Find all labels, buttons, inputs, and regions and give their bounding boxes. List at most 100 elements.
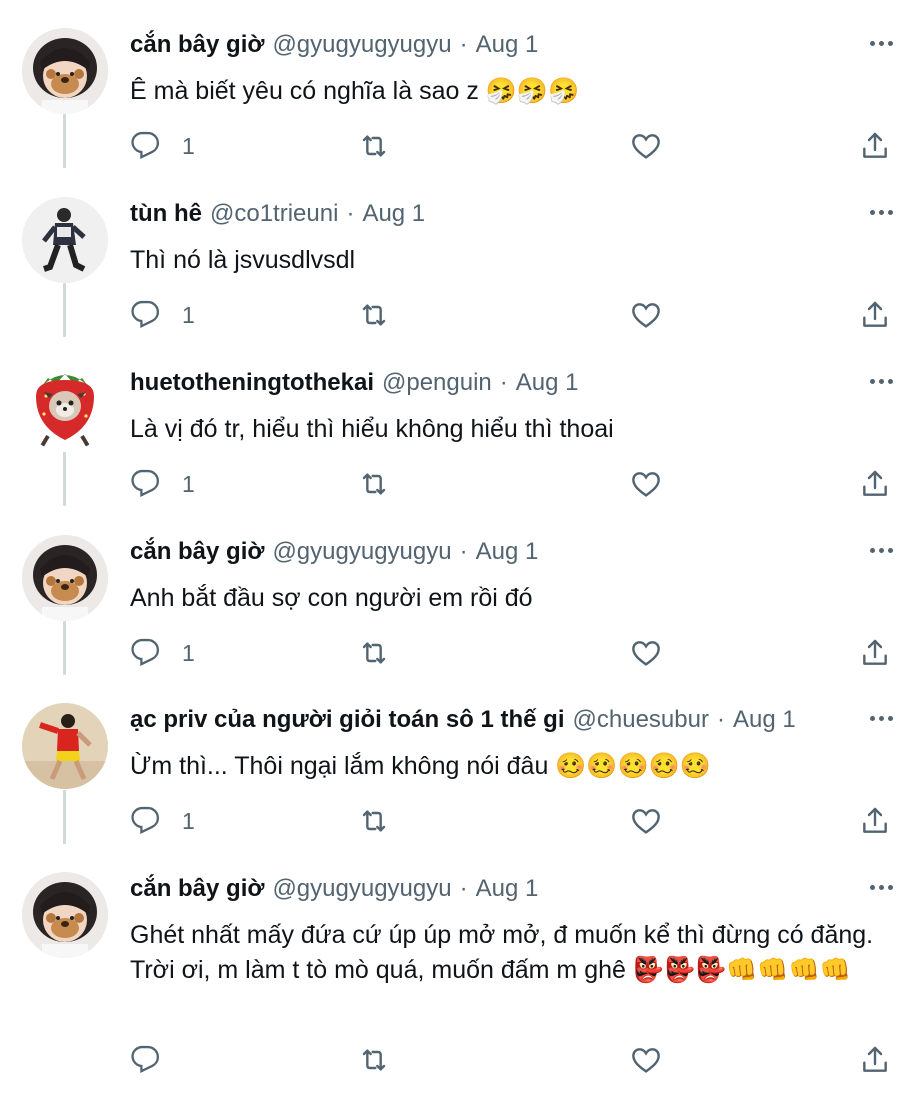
like-button[interactable]: [630, 464, 662, 504]
user-handle[interactable]: @penguin: [382, 368, 492, 398]
display-name[interactable]: cắn bây giờ: [130, 537, 264, 567]
avatar[interactable]: [22, 366, 108, 452]
more-dots-icon[interactable]: [864, 197, 898, 227]
tweet[interactable]: cắn bây giờ @gyugyugyugyu · Aug 1 Anh bắ…: [0, 535, 923, 695]
share-icon: [863, 470, 887, 496]
user-handle[interactable]: @gyugyugyugyu: [272, 874, 451, 904]
more-dots-icon[interactable]: [864, 872, 898, 902]
tweet-date[interactable]: Aug 1: [516, 368, 579, 398]
like-button[interactable]: [630, 126, 662, 166]
reply-button[interactable]: [130, 1040, 182, 1080]
dancing-boy-avatar: [22, 197, 108, 283]
more-dots-icon[interactable]: [864, 535, 898, 565]
share-button[interactable]: [859, 464, 891, 504]
more-dots-icon[interactable]: [864, 366, 898, 396]
display-name[interactable]: cắn bây giờ: [130, 874, 264, 904]
avatar[interactable]: [22, 535, 108, 621]
retweet-button[interactable]: [358, 633, 390, 673]
heart-icon: [632, 809, 660, 834]
display-name[interactable]: cắn bây giờ: [130, 30, 264, 60]
tweet[interactable]: huetotheningtothekai @penguin · Aug 1 Là…: [0, 366, 923, 526]
tweet[interactable]: ạc priv của người giỏi toán sô 1 thế gi …: [0, 703, 923, 863]
tweet[interactable]: cắn bây giờ @gyugyugyugyu · Aug 1 Ghét n…: [0, 872, 923, 1101]
tweet-date[interactable]: Aug 1: [476, 30, 539, 60]
heart-icon: [632, 134, 660, 159]
tweet-date[interactable]: Aug 1: [476, 874, 539, 904]
separator-dot: ·: [346, 200, 355, 227]
tweet-date[interactable]: Aug 1: [733, 705, 796, 735]
avatar[interactable]: [22, 703, 108, 789]
more-dots-icon[interactable]: [864, 28, 898, 58]
display-name[interactable]: tùn hê: [130, 199, 202, 229]
retweet-button[interactable]: [358, 464, 390, 504]
share-icon: [863, 639, 887, 665]
retweet-button[interactable]: [358, 801, 390, 841]
tweet-actions: 1: [130, 295, 900, 335]
reply-icon: [131, 806, 160, 834]
user-handle[interactable]: @chuesubur: [573, 705, 709, 735]
tweet-text: Là vị đó tr, hiểu thì hiểu không hiểu th…: [130, 415, 614, 443]
reply-icon: [131, 131, 160, 159]
reply-button[interactable]: 1: [130, 801, 195, 841]
reply-icon: [131, 300, 160, 328]
girl-bear-filter-avatar: [22, 872, 108, 958]
share-button[interactable]: [859, 1040, 891, 1080]
retweet-icon: [362, 473, 386, 495]
heart-icon: [632, 472, 660, 497]
tweet-date[interactable]: Aug 1: [362, 199, 425, 229]
user-handle[interactable]: @gyugyugyugyu: [272, 537, 451, 567]
reply-button[interactable]: 1: [130, 295, 195, 335]
share-icon: [863, 301, 887, 327]
tweet[interactable]: cắn bây giờ @gyugyugyugyu · Aug 1 Ê mà b…: [0, 28, 923, 188]
retweet-button[interactable]: [358, 295, 390, 335]
retweet-icon: [362, 135, 386, 157]
tweet-header: huetotheningtothekai @penguin · Aug 1: [130, 368, 863, 398]
like-button[interactable]: [630, 295, 662, 335]
red-shirt-dancer-avatar: [22, 703, 108, 789]
tweet-text: Ê mà biết yêu có nghĩa là sao z 🤧🤧🤧: [130, 77, 580, 105]
share-button[interactable]: [859, 801, 891, 841]
strawberry-dog-avatar: [22, 366, 108, 452]
reply-count: 1: [182, 301, 195, 328]
separator-dot: ·: [459, 538, 468, 565]
share-button[interactable]: [859, 126, 891, 166]
avatar[interactable]: [22, 872, 108, 958]
tweet-actions: 1: [130, 633, 900, 673]
tweet-header: cắn bây giờ @gyugyugyugyu · Aug 1: [130, 30, 863, 60]
reply-thread: cắn bây giờ @gyugyugyugyu · Aug 1 Ê mà b…: [0, 0, 923, 1101]
retweet-icon: [362, 1049, 386, 1071]
reply-button[interactable]: 1: [130, 633, 195, 673]
separator-dot: ·: [716, 706, 725, 733]
like-button[interactable]: [630, 1040, 662, 1080]
share-icon: [863, 1046, 887, 1072]
tweet[interactable]: tùn hê @co1trieuni · Aug 1 Thì nó là jsv…: [0, 197, 923, 357]
reply-count: 1: [182, 639, 195, 666]
tweet-text: Anh bắt đầu sợ con người em rồi đó: [130, 584, 533, 612]
avatar[interactable]: [22, 28, 108, 114]
tweet-actions: 1: [130, 801, 900, 841]
reply-button[interactable]: 1: [130, 464, 195, 504]
tweet-header: cắn bây giờ @gyugyugyugyu · Aug 1: [130, 537, 863, 567]
like-button[interactable]: [630, 633, 662, 673]
share-button[interactable]: [859, 295, 891, 335]
display-name[interactable]: huetotheningtothekai: [130, 368, 374, 398]
avatar[interactable]: [22, 197, 108, 283]
tweet-actions: 1: [130, 126, 900, 166]
reply-icon: [131, 1045, 160, 1073]
share-button[interactable]: [859, 633, 891, 673]
tweet-date[interactable]: Aug 1: [476, 537, 539, 567]
more-dots-icon[interactable]: [864, 703, 898, 733]
separator-dot: ·: [459, 875, 468, 902]
tweet-text: Ghét nhất mấy đứa cứ úp úp mở mở, đ muốn…: [130, 921, 874, 984]
tweet-text: Ừm thì... Thôi ngại lắm không nói đâu 🥴🥴…: [130, 752, 711, 780]
user-handle[interactable]: @gyugyugyugyu: [272, 30, 451, 60]
user-handle[interactable]: @co1trieuni: [210, 199, 338, 229]
retweet-button[interactable]: [358, 1040, 390, 1080]
share-icon: [863, 807, 887, 833]
tweet-text: Thì nó là jsvusdlvsdl: [130, 246, 356, 274]
display-name[interactable]: ạc priv của người giỏi toán sô 1 thế gi: [130, 705, 565, 735]
like-button[interactable]: [630, 801, 662, 841]
heart-icon: [632, 1048, 660, 1073]
retweet-button[interactable]: [358, 126, 390, 166]
reply-button[interactable]: 1: [130, 126, 195, 166]
